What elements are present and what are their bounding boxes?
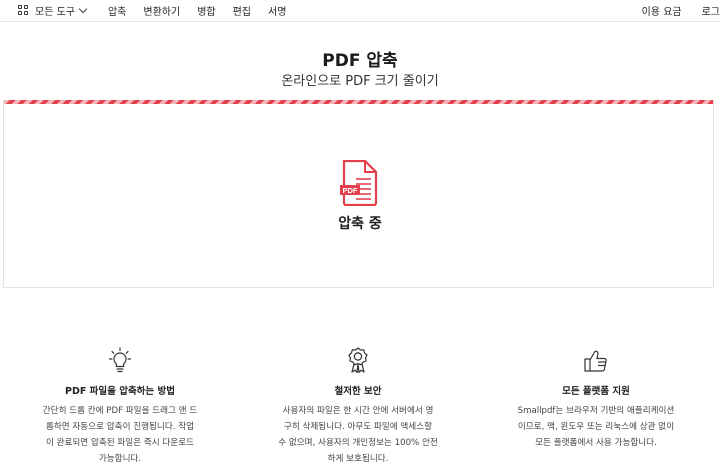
lightbulb-icon xyxy=(20,345,220,373)
nav-links: 압축 변환하기 병합 편집 서명 xyxy=(108,3,303,18)
grid-icon xyxy=(18,4,29,16)
feature-line: 구히 삭제됩니다. 아무도 파일에 액세스할 xyxy=(283,422,433,432)
feature-line: 이므로, 맥, 윈도우 또는 리눅스에 상관 없이 xyxy=(517,422,675,432)
nav-link-edit[interactable]: 편집 xyxy=(233,3,251,18)
pdf-badge-label: PDF xyxy=(343,186,358,195)
feature-how-to: PDF 파일을 압축하는 방법 간단히 드롭 칸에 PDF 파일을 드래그 앤 … xyxy=(20,345,220,467)
feature-line: 이 완료되면 압축된 파일은 즉시 다운로드 xyxy=(45,438,195,448)
top-nav: 모든 도구 압축 변환하기 병합 편집 서명 이용 요금 로그 xyxy=(0,0,720,22)
nav-link-compress[interactable]: 압축 xyxy=(108,3,126,18)
nav-link-merge[interactable]: 병합 xyxy=(197,3,215,18)
nav-link-sign[interactable]: 서명 xyxy=(268,3,286,18)
progress-stripe xyxy=(4,100,713,104)
feature-title: PDF 파일을 압축하는 방법 xyxy=(65,386,175,397)
page-title: PDF 압축 xyxy=(322,51,398,71)
feature-description: 사용자의 파일은 한 시간 안에 서버에서 영 구히 삭제됩니다. 아무도 파일… xyxy=(258,403,458,467)
all-tools-menu[interactable]: 모든 도구 xyxy=(18,3,88,18)
award-icon xyxy=(258,345,458,373)
feature-line: 가능합니다. xyxy=(98,454,142,464)
login-link[interactable]: 로그 xyxy=(702,3,720,18)
page-subtitle: 온라인으로 PDF 크기 줄이기 xyxy=(281,74,439,89)
chevron-down-icon xyxy=(78,4,88,13)
feature-line: 롭하면 자동으로 압축이 진행됩니다. 작업 xyxy=(45,422,195,432)
nav-right: 이용 요금 로그 xyxy=(622,3,720,18)
nav-left: 모든 도구 압축 변환하기 병합 편집 서명 xyxy=(18,3,303,18)
feature-line: Smallpdf는 브라우저 기반의 애플리케이션 xyxy=(517,406,675,416)
pdf-file-icon: PDF xyxy=(340,160,378,206)
feature-title: 철저한 보안 xyxy=(334,386,382,397)
feature-line: 하게 보호됩니다. xyxy=(327,454,389,464)
status-text: 압축 중 xyxy=(338,216,382,232)
all-tools-label: 모든 도구 xyxy=(35,6,75,18)
thumbs-up-icon xyxy=(496,345,696,373)
nav-link-convert[interactable]: 변환하기 xyxy=(143,3,180,18)
feature-description: 간단히 드롭 칸에 PDF 파일을 드래그 앤 드 롭하면 자동으로 압축이 진… xyxy=(20,403,220,467)
feature-security: 철저한 보안 사용자의 파일은 한 시간 안에 서버에서 영 구히 삭제됩니다.… xyxy=(258,345,458,467)
feature-line: 수 없으며, 사용자의 개인정보는 100% 안전 xyxy=(278,438,438,448)
feature-description: Smallpdf는 브라우저 기반의 애플리케이션 이므로, 맥, 윈도우 또는… xyxy=(496,403,696,451)
feature-title: 모든 플랫폼 지원 xyxy=(562,386,630,397)
feature-line: 사용자의 파일은 한 시간 안에 서버에서 영 xyxy=(282,406,434,416)
feature-line: 간단히 드롭 칸에 PDF 파일을 드래그 앤 드 xyxy=(42,406,198,416)
feature-platforms: 모든 플랫폼 지원 Smallpdf는 브라우저 기반의 애플리케이션 이므로,… xyxy=(496,345,696,451)
feature-line: 모든 플랫폼에서 사용 가능합니다. xyxy=(535,438,657,448)
pricing-link[interactable]: 이용 요금 xyxy=(642,3,682,18)
